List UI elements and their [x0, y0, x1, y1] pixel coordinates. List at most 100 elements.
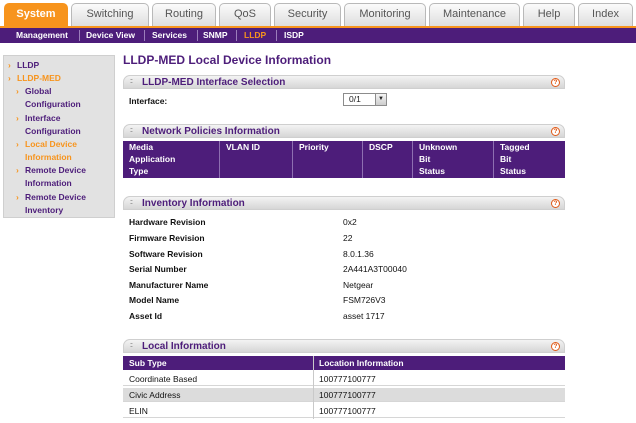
model-name-value: FSM726V3: [343, 295, 386, 305]
chevron-right-icon: ›: [16, 165, 19, 175]
location-cell: 100777100777: [319, 390, 376, 400]
tab-system[interactable]: System: [4, 3, 68, 26]
sidebar-item-label-line2[interactable]: Information: [25, 177, 72, 190]
tab-index[interactable]: Index: [578, 3, 633, 26]
sub-type-cell: Civic Address: [129, 390, 181, 400]
tab-switching[interactable]: Switching: [71, 3, 149, 26]
tab-routing[interactable]: Routing: [152, 3, 216, 26]
sidebar-item-label-line2[interactable]: Configuration: [25, 125, 81, 138]
grip-icon: ::: [130, 78, 133, 85]
tab-monitoring[interactable]: Monitoring: [344, 3, 426, 26]
sidebar-item-lldp-med[interactable]: › LLDP-MED: [8, 72, 61, 85]
sidebar-item-remote-device-inventory[interactable]: › Remote Device: [16, 191, 86, 204]
serial-number-label: Serial Number: [129, 264, 187, 274]
help-icon[interactable]: ?: [551, 199, 560, 208]
sidebar-item-label: Remote Device: [25, 165, 86, 175]
sidebar-item-label: Local Device: [25, 139, 77, 149]
hardware-revision-label: Hardware Revision: [129, 217, 206, 227]
tab-security[interactable]: Security: [274, 3, 341, 26]
submenu-separator: [197, 30, 198, 41]
panel-title: LLDP-MED Interface Selection: [142, 77, 286, 88]
interface-label: Interface:: [129, 96, 168, 106]
column-header-sub-type: Sub Type: [129, 358, 167, 368]
column-header-text: Status: [500, 166, 526, 176]
column-header-text: Bit: [419, 154, 431, 164]
column-header-location-information: Location Information: [319, 358, 404, 368]
column-header-text: DSCP: [369, 142, 393, 152]
column-header-text: Status: [419, 166, 445, 176]
submenu-separator: [144, 30, 145, 41]
column-header-dscp: DSCP: [362, 141, 412, 178]
sidebar-item-interface-configuration[interactable]: › Interface: [16, 112, 61, 125]
sub-type-cell: Coordinate Based: [129, 374, 198, 384]
tab-qos[interactable]: QoS: [219, 3, 271, 26]
location-cell: 100777100777: [319, 406, 376, 416]
software-revision-label: Software Revision: [129, 249, 203, 259]
panel-title: Local Information: [142, 341, 226, 352]
chevron-right-icon: ›: [16, 86, 19, 96]
local-information-panel-header: :: Local Information ?: [123, 339, 565, 353]
chevron-down-icon: ›: [8, 73, 11, 83]
sidebar-item-label: LLDP-MED: [17, 73, 61, 83]
serial-number-value: 2A441A3T00040: [343, 264, 407, 274]
asset-id-label: Asset Id: [129, 311, 163, 321]
grip-icon: ::: [130, 127, 133, 134]
column-header-priority: Priority: [292, 141, 362, 178]
panel-title: Inventory Information: [142, 198, 245, 209]
help-icon[interactable]: ?: [551, 78, 560, 87]
network-policies-panel-header: :: Network Policies Information ?: [123, 124, 565, 138]
submenu-separator: [236, 30, 237, 41]
interface-select[interactable]: 0/1 ▼: [343, 93, 387, 106]
column-header-text: Tagged: [500, 142, 530, 152]
tab-maintenance[interactable]: Maintenance: [429, 3, 520, 26]
column-header-unknown-bit-status: Unknown Bit Status: [412, 141, 493, 178]
column-header-text: Application: [129, 154, 176, 164]
submenu-bar: Management Device View Services SNMP LLD…: [0, 26, 636, 43]
column-header-tagged-bit-status: Tagged Bit Status: [493, 141, 565, 178]
submenu-services[interactable]: Services: [152, 29, 187, 42]
submenu-management[interactable]: Management: [16, 29, 68, 42]
local-information-table-header: Sub Type Location Information: [123, 356, 565, 370]
submenu-separator: [276, 30, 277, 41]
sub-type-cell: ELIN: [129, 406, 148, 416]
table-row: ELIN 100777100777: [123, 404, 565, 418]
tab-help[interactable]: Help: [523, 3, 575, 26]
sidebar-item-label-line2[interactable]: Configuration: [25, 98, 81, 111]
sidebar-item-remote-device-information[interactable]: › Remote Device: [16, 164, 86, 177]
sidebar-item-label: Remote Device: [25, 192, 86, 202]
inventory-panel-header: :: Inventory Information ?: [123, 196, 565, 210]
sidebar-item-label-line2[interactable]: Information: [25, 151, 72, 164]
table-row: Civic Address 100777100777: [123, 388, 565, 402]
sidebar-item-local-device-information[interactable]: › Local Device: [16, 138, 77, 151]
submenu-lldp[interactable]: LLDP: [244, 29, 266, 42]
table-row: Coordinate Based 100777100777: [123, 372, 565, 386]
network-policies-table-header: Media Application Type VLAN ID Priority …: [123, 141, 565, 178]
sidebar-item-label: Global: [25, 86, 52, 96]
sidebar-item-label: LLDP: [17, 60, 40, 70]
chevron-down-icon[interactable]: ▼: [375, 94, 386, 105]
sidebar-item-global-configuration[interactable]: › Global: [16, 85, 52, 98]
hardware-revision-value: 0x2: [343, 217, 357, 227]
column-header-vlan-id: VLAN ID: [219, 141, 292, 178]
sidebar-item-label: Interface: [25, 113, 61, 123]
software-revision-value: 8.0.1.36: [343, 249, 374, 259]
sidebar: › LLDP › LLDP-MED › Global Configuration › I…: [3, 55, 115, 218]
help-icon[interactable]: ?: [551, 127, 560, 136]
submenu-separator: [79, 30, 80, 41]
sidebar-item-label-line2[interactable]: Inventory: [25, 204, 63, 217]
column-header-media-application-type: Media Application Type: [129, 141, 217, 178]
submenu-isdp[interactable]: ISDP: [284, 29, 304, 42]
page-title: LLDP-MED Local Device Information: [123, 53, 332, 67]
submenu-device-view[interactable]: Device View: [86, 29, 135, 42]
submenu-snmp[interactable]: SNMP: [203, 29, 228, 42]
manufacturer-name-value: Netgear: [343, 280, 374, 290]
column-header-text: VLAN ID: [226, 142, 260, 152]
firmware-revision-label: Firmware Revision: [129, 233, 205, 243]
help-icon[interactable]: ?: [551, 342, 560, 351]
panel-title: Network Policies Information: [142, 126, 280, 137]
column-header-text: Type: [129, 166, 149, 176]
column-header-text: Unknown: [419, 142, 458, 152]
firmware-revision-value: 22: [343, 233, 353, 243]
sidebar-item-lldp[interactable]: › LLDP: [8, 59, 40, 72]
interface-select-value: 0/1: [349, 94, 361, 104]
